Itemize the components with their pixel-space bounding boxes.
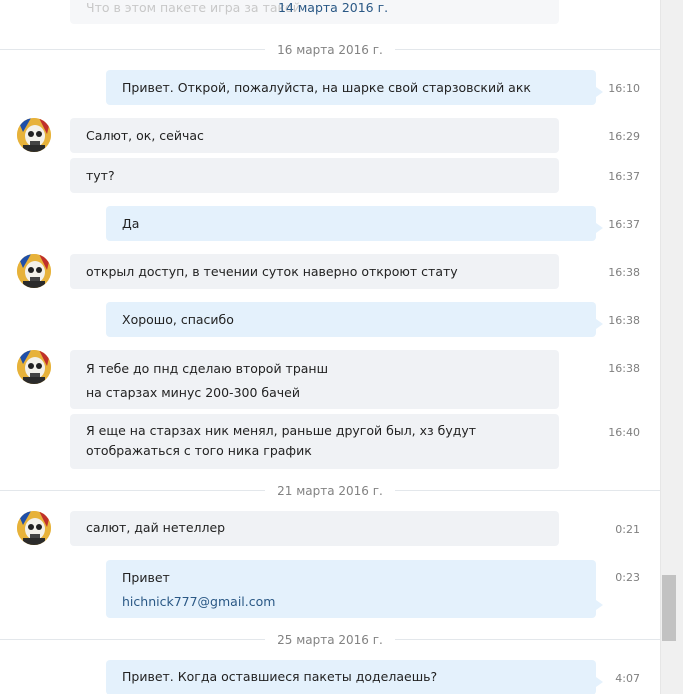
skull-avatar-icon	[17, 511, 51, 545]
message-partial[interactable]: Что в этом пакете игра за такой 14 марта…	[70, 0, 559, 24]
message-text: Привет. Когда оставшиеся пакеты доделаеш…	[122, 669, 438, 684]
message-text-line: на старзах минус 200-300 бачей	[86, 385, 300, 400]
message-text: Да	[122, 216, 140, 231]
message-outgoing[interactable]: Хорошо, спасибо	[106, 302, 603, 337]
message-time: 16:38	[608, 266, 640, 279]
avatar[interactable]	[17, 511, 51, 545]
date-divider: 25 марта 2016 г.	[0, 633, 660, 647]
message-time: 16:37	[608, 218, 640, 231]
message-time: 16:29	[608, 130, 640, 143]
message-time: 16:38	[608, 362, 640, 375]
message-text: Привет. Открой, пожалуйста, на шарке сво…	[122, 80, 531, 95]
date-label: 25 марта 2016 г.	[265, 633, 395, 647]
message-time: 4:07	[615, 672, 640, 685]
message-outgoing[interactable]: Привет. Когда оставшиеся пакеты доделаеш…	[106, 660, 603, 694]
message-incoming[interactable]: открыл доступ, в течении суток наверно о…	[70, 254, 559, 289]
message-incoming[interactable]: Я еще на старзах ник менял, раньше друго…	[70, 414, 559, 469]
message-outgoing[interactable]: Привет. Открой, пожалуйста, на шарке сво…	[106, 70, 603, 105]
scrollbar-thumb[interactable]	[662, 575, 676, 641]
message-time: 0:23	[615, 571, 640, 584]
message-time: 16:10	[608, 82, 640, 95]
message-text: Хорошо, спасибо	[122, 312, 234, 327]
message-incoming[interactable]: тут?	[70, 158, 559, 193]
date-divider: 21 марта 2016 г.	[0, 484, 660, 498]
chat-history: Что в этом пакете игра за такой 14 марта…	[0, 0, 660, 694]
message-incoming[interactable]: Я тебе до пнд сделаю второй транш на ста…	[70, 350, 559, 409]
message-time: 0:21	[615, 523, 640, 536]
skull-avatar-icon	[17, 254, 51, 288]
message-time: 16:37	[608, 170, 640, 183]
message-text-line: Я тебе до пнд сделаю второй транш	[86, 361, 329, 376]
date-label: 21 марта 2016 г.	[265, 484, 395, 498]
message-outgoing[interactable]: Да	[106, 206, 603, 241]
message-incoming[interactable]: салют, дай нетеллер	[70, 511, 559, 546]
message-outgoing[interactable]: Привет hichnick777@gmail.com	[106, 560, 603, 618]
message-text-line: Я еще на старзах ник менял, раньше друго…	[86, 423, 477, 438]
message-text: салют, дай нетеллер	[86, 520, 226, 535]
date-label: 16 марта 2016 г.	[265, 43, 395, 57]
date-divider: 16 марта 2016 г.	[0, 43, 660, 57]
email-link[interactable]: hichnick777@gmail.com	[122, 590, 580, 614]
skull-avatar-icon	[17, 118, 51, 152]
message-text: открыл доступ, в течении суток наверно о…	[86, 264, 458, 279]
message-text: Салют, ок, сейчас	[86, 128, 204, 143]
avatar[interactable]	[17, 254, 51, 288]
message-text-line: Привет	[122, 570, 170, 585]
message-text: тут?	[86, 168, 115, 183]
avatar[interactable]	[17, 118, 51, 152]
message-time: 16:40	[608, 426, 640, 439]
avatar[interactable]	[17, 350, 51, 384]
scrollbar[interactable]	[660, 0, 683, 694]
message-incoming[interactable]: Салют, ок, сейчас	[70, 118, 559, 153]
skull-avatar-icon	[17, 350, 51, 384]
date-label: 14 марта 2016 г.	[278, 0, 389, 15]
message-text: Что в этом пакете игра за такой	[86, 0, 301, 15]
message-text-line: отображаться с того ника график	[86, 443, 312, 458]
message-time: 16:38	[608, 314, 640, 327]
